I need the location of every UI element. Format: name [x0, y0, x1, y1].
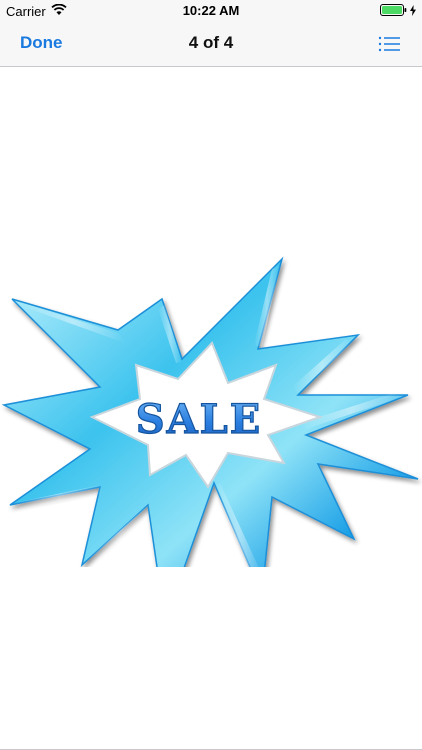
status-bar: Carrier 10:22 AM: [0, 0, 422, 22]
sale-starburst-icon: SALE: [1, 256, 419, 567]
list-icon[interactable]: [378, 34, 402, 54]
page-title: 4 of 4: [188, 33, 234, 52]
status-time: 10:22 AM: [182, 3, 240, 18]
battery-icon: [380, 4, 407, 19]
navigation-bar: Done 4 of 4: [0, 22, 422, 67]
charging-bolt-icon: [410, 4, 416, 19]
status-right: [380, 4, 416, 19]
sticker-viewer: SALE: [0, 67, 422, 750]
sale-text: SALE: [136, 396, 263, 443]
